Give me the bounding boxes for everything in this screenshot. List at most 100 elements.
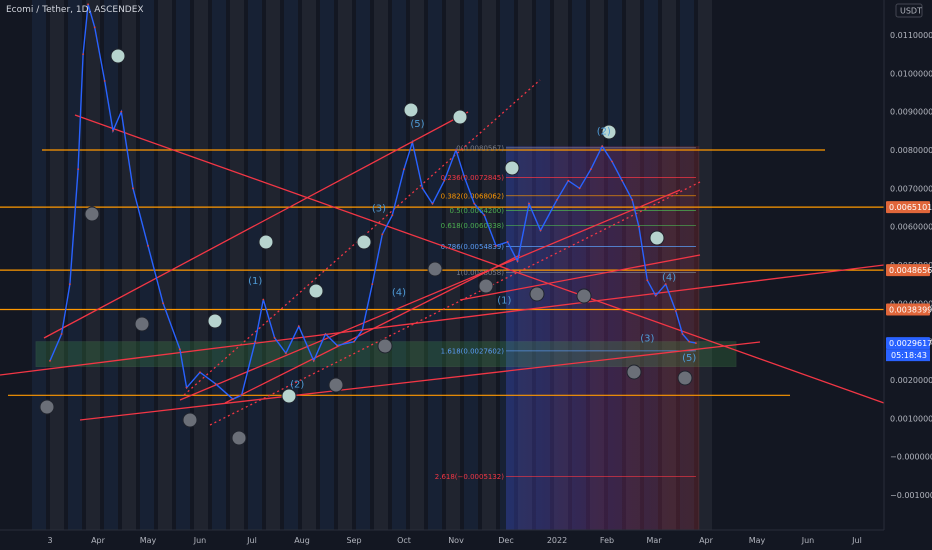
price-point — [681, 333, 684, 335]
price-point — [646, 279, 649, 282]
wave-label: (1) — [497, 295, 511, 306]
background-band — [338, 0, 352, 530]
price-point — [132, 187, 134, 190]
price-point — [324, 333, 327, 335]
marker-circle — [529, 286, 545, 302]
marker-circle — [207, 313, 223, 329]
background-band — [356, 0, 370, 530]
price-point — [93, 26, 96, 29]
x-tick-label: Aug — [294, 536, 310, 545]
price-point — [674, 310, 677, 312]
price-point — [688, 340, 691, 343]
marker-circle — [110, 48, 126, 64]
price-point — [254, 340, 257, 343]
price-point — [371, 283, 374, 286]
price-point — [421, 187, 424, 190]
price-point — [495, 244, 497, 247]
price-tag-label: 0.0065101 — [889, 203, 932, 212]
background-band — [446, 0, 460, 530]
marker-circle — [308, 283, 324, 299]
background-band — [50, 0, 64, 530]
currency-button-label: USDT — [900, 7, 922, 16]
background-band — [698, 0, 712, 530]
background-band — [158, 0, 172, 530]
background-band — [68, 0, 82, 530]
background-band — [176, 0, 190, 530]
price-point — [103, 80, 106, 82]
background-band — [122, 0, 136, 530]
x-tick-label: Feb — [600, 536, 614, 545]
x-tick-label: 3 — [47, 536, 52, 545]
wave-label: (2) — [597, 127, 611, 138]
price-point — [516, 260, 519, 263]
y-tick-label: 0.0110000 — [890, 31, 932, 40]
price-point — [240, 394, 243, 397]
price-point — [232, 398, 234, 401]
price-point — [611, 160, 613, 163]
x-tick-label: May — [140, 536, 157, 545]
wave-label: (5) — [410, 119, 424, 130]
price-point — [621, 179, 624, 182]
fib-level-label: 1(0.0048058) — [456, 269, 504, 277]
marker-circle — [258, 234, 274, 250]
background-band — [266, 0, 280, 530]
price-point — [273, 336, 276, 339]
price-point — [431, 202, 434, 205]
marker-circle — [504, 160, 520, 176]
price-point — [120, 110, 123, 113]
price-point — [411, 141, 414, 144]
background-band — [482, 0, 496, 530]
price-point — [483, 214, 486, 217]
price-point — [528, 202, 530, 205]
chart-area[interactable]: 0(0.0080567) 0.236(0.0072845) 0.382(0.0068… — [0, 0, 932, 550]
price-point — [199, 371, 201, 374]
background-band — [230, 0, 244, 530]
fib-level-label: 0.618(0.0060338) — [441, 222, 505, 230]
marker-circle — [231, 430, 247, 446]
marker-circle — [39, 399, 55, 415]
price-point — [443, 179, 446, 182]
price-point — [353, 340, 355, 343]
background-band — [392, 0, 406, 530]
marker-circle — [677, 370, 693, 386]
x-tick-label: Oct — [397, 536, 411, 545]
price-point — [473, 202, 476, 205]
marker-circle — [649, 230, 665, 246]
price-point — [403, 168, 405, 171]
wave-label: (2) — [290, 380, 304, 391]
price-tag-label: 0.0029617 — [889, 339, 932, 348]
price-point — [381, 233, 384, 236]
marker-circle — [626, 364, 642, 380]
price-point — [556, 198, 558, 201]
x-tick-label: Mar — [646, 536, 662, 545]
countdown-label: 05:18:43 — [891, 351, 927, 360]
background-band — [302, 0, 316, 530]
wave-label: (4) — [392, 288, 406, 299]
marker-circle — [427, 261, 443, 277]
background-band — [248, 0, 262, 530]
chart-title: Ecomi / Tether, 1D, ASCENDEX — [6, 5, 144, 15]
background-band — [212, 0, 226, 530]
fib-level-label: 2.618(−0.0005132) — [435, 473, 504, 481]
marker-circle — [377, 338, 393, 354]
fib-level-label: 1.618(0.0027602) — [441, 347, 505, 355]
price-point — [463, 175, 466, 178]
wave-label: (3) — [372, 203, 386, 214]
x-tick-label: Apr — [699, 536, 714, 545]
price-point — [695, 342, 697, 345]
marker-circle — [356, 234, 372, 250]
price-point — [82, 53, 85, 56]
fib-level-label: 0.5(0.0064200) — [450, 207, 505, 215]
x-tick-label: Jul — [851, 536, 862, 545]
price-point — [262, 298, 265, 301]
y-tick-label: 0.0080000 — [890, 146, 932, 155]
price-point — [178, 348, 181, 351]
marker-circle — [182, 412, 198, 428]
y-tick-label: 0.0100000 — [890, 69, 932, 78]
background-band — [284, 0, 298, 530]
price-point — [185, 386, 188, 389]
price-point — [539, 229, 542, 232]
price-tag-label: 0.0048656 — [889, 266, 932, 275]
price-chart[interactable]: 0(0.0080567)0.236(0.0072845)0.382(0.0068… — [0, 0, 932, 550]
price-point — [60, 333, 63, 335]
